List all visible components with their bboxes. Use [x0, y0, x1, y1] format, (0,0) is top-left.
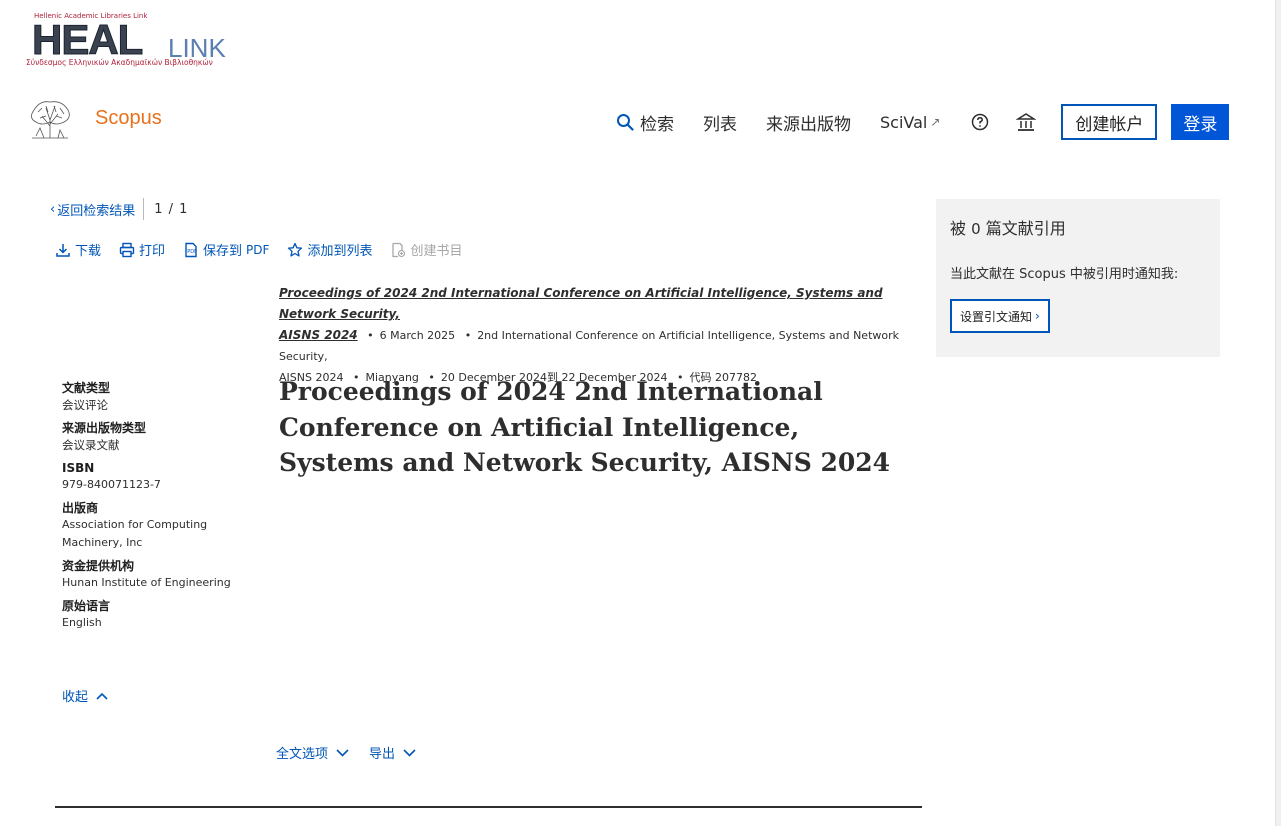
bibliography-icon	[392, 242, 406, 257]
help-button[interactable]	[969, 111, 991, 133]
institution-logo[interactable]: Hellenic Academic Libraries Link HEAL LI…	[26, 12, 226, 70]
meta-language: 原始语言 English	[62, 598, 267, 632]
meta-value: English	[62, 616, 102, 629]
create-bibliography-button[interactable]: 创建书目	[390, 240, 462, 259]
separator-dot: •	[464, 329, 472, 342]
collapse-label: 收起	[62, 690, 89, 705]
svg-text:PDF: PDF	[187, 249, 197, 255]
institution-icon	[1016, 113, 1037, 131]
save-pdf-label: 保存到	[203, 244, 243, 259]
meta-label: 出版商	[62, 501, 99, 515]
citation-alert-description: 当此文献在 Scopus 中被引用时通知我:	[950, 267, 1179, 282]
section-divider	[55, 806, 922, 808]
meta-publisher: 出版商 Association for Computing Machinery,…	[62, 500, 267, 552]
back-to-results-label: 返回检索结果	[57, 203, 136, 219]
chevron-left-icon: ‹	[50, 201, 56, 217]
nav-scival[interactable]: SciVal ↗	[880, 113, 940, 132]
cited-by-heading: 被 0 篇文献引用	[950, 215, 1206, 239]
add-to-list-button[interactable]: 添加到列表	[287, 240, 372, 259]
meta-value: 会议录文献	[62, 438, 120, 452]
export-label: 导出	[369, 747, 396, 762]
nav-sources[interactable]: 来源出版物	[766, 110, 851, 135]
full-text-options-dropdown[interactable]: 全文选项	[276, 743, 349, 762]
cited-by-prefix: 被	[950, 219, 967, 238]
meta-label: 文献类型	[62, 381, 111, 395]
external-link-icon: ↗	[930, 115, 941, 129]
cited-by-count: 0	[971, 220, 981, 238]
search-icon	[617, 114, 634, 131]
meta-value: 979-840071123-7	[62, 478, 161, 491]
meta-value: Hunan Institute of Engineering	[62, 576, 231, 589]
institution-tagline-bottom: Σύνδεσμος Ελληνικών Ακαδημαϊκών Βιβλιοθη…	[26, 58, 213, 67]
nav-lists[interactable]: 列表	[703, 110, 737, 135]
chevron-down-icon	[403, 748, 416, 757]
meta-source-type: 来源出版物类型 会议录文献	[62, 420, 267, 454]
cited-by-suffix: 篇文献引用	[985, 219, 1066, 238]
institution-name-main: HEAL	[31, 16, 143, 63]
set-citation-alert-button[interactable]: 设置引文通知 ›	[950, 299, 1050, 333]
source-info: Proceedings of 2024 2nd International Co…	[279, 283, 907, 388]
pdf-icon: PDF	[185, 242, 197, 257]
download-button[interactable]: 下载	[55, 240, 101, 259]
help-icon	[972, 113, 989, 131]
meta-label: ISBN	[62, 461, 95, 475]
nav-search[interactable]: 检索	[616, 110, 674, 135]
separator-dot: •	[367, 329, 374, 342]
source-date: 6 March 2025	[379, 329, 456, 342]
institution-button[interactable]	[1015, 111, 1037, 133]
meta-value: Association for Computing Machinery, Inc	[62, 518, 208, 549]
chevron-up-icon	[96, 692, 108, 700]
document-options: 全文选项 导出	[276, 743, 436, 762]
page-scrollbar[interactable]	[1275, 0, 1281, 826]
print-button[interactable]: 打印	[119, 240, 165, 259]
document-toolbar: 下载 打印 PDF 保存到 PDF 添加到列表 创建书目	[55, 240, 480, 259]
login-button[interactable]: 登录	[1171, 104, 1230, 140]
brand-name: Scopus	[95, 106, 162, 129]
export-dropdown[interactable]: 导出	[369, 743, 416, 762]
meta-doc-type: 文献类型 会议评论	[62, 380, 267, 414]
create-account-button[interactable]: 创建帐户	[1061, 104, 1158, 140]
document-metadata: 文献类型 会议评论 来源出版物类型 会议录文献 ISBN 979-8400711…	[62, 380, 267, 638]
collapse-button[interactable]: 收起	[62, 686, 108, 705]
save-pdf-suffix: PDF	[246, 242, 270, 257]
star-icon	[288, 242, 303, 257]
elsevier-tree-logo-icon	[26, 96, 74, 140]
meta-isbn: ISBN 979-840071123-7	[62, 460, 267, 494]
source-title-line2: AISNS 2024	[279, 328, 358, 342]
add-to-list-label: 添加到列表	[307, 244, 373, 259]
chevron-down-icon	[336, 748, 349, 757]
main-nav: 检索 列表 来源出版物 SciVal ↗ 创建帐户 登录	[616, 104, 1230, 140]
nav-search-label: 检索	[640, 114, 674, 135]
result-pager: 1 / 1	[154, 201, 189, 217]
print-icon	[119, 242, 135, 257]
source-title-line1: Proceedings of 2024 2nd International Co…	[279, 286, 883, 321]
set-citation-alert-label: 设置引文通知	[960, 309, 1033, 324]
download-icon	[56, 243, 70, 257]
download-label: 下载	[75, 244, 102, 259]
meta-label: 来源出版物类型	[62, 421, 147, 435]
create-bibliography-label: 创建书目	[410, 244, 463, 259]
print-label: 打印	[139, 244, 166, 259]
meta-label: 原始语言	[62, 599, 111, 613]
brand[interactable]: Scopus	[26, 96, 162, 140]
back-to-results-link[interactable]: ‹ 返回检索结果	[50, 198, 145, 220]
citations-panel: 被 0 篇文献引用 当此文献在 Scopus 中被引用时通知我: 设置引文通知 …	[936, 199, 1220, 357]
nav-scival-label: SciVal	[880, 112, 928, 132]
page-title: Proceedings of 2024 2nd International Co…	[279, 377, 891, 477]
chevron-right-icon: ›	[1035, 309, 1040, 323]
breadcrumb: ‹ 返回检索结果 1 / 1	[50, 198, 188, 220]
meta-value: 会议评论	[62, 398, 108, 412]
full-text-options-label: 全文选项	[276, 747, 329, 762]
site-header: Scopus 检索 列表 来源出版物 SciVal ↗ 创建帐户 登录	[0, 92, 1281, 148]
save-pdf-button[interactable]: PDF 保存到 PDF	[183, 240, 269, 259]
meta-label: 资金提供机构	[62, 559, 135, 573]
meta-funding: 资金提供机构 Hunan Institute of Engineering	[62, 558, 267, 592]
